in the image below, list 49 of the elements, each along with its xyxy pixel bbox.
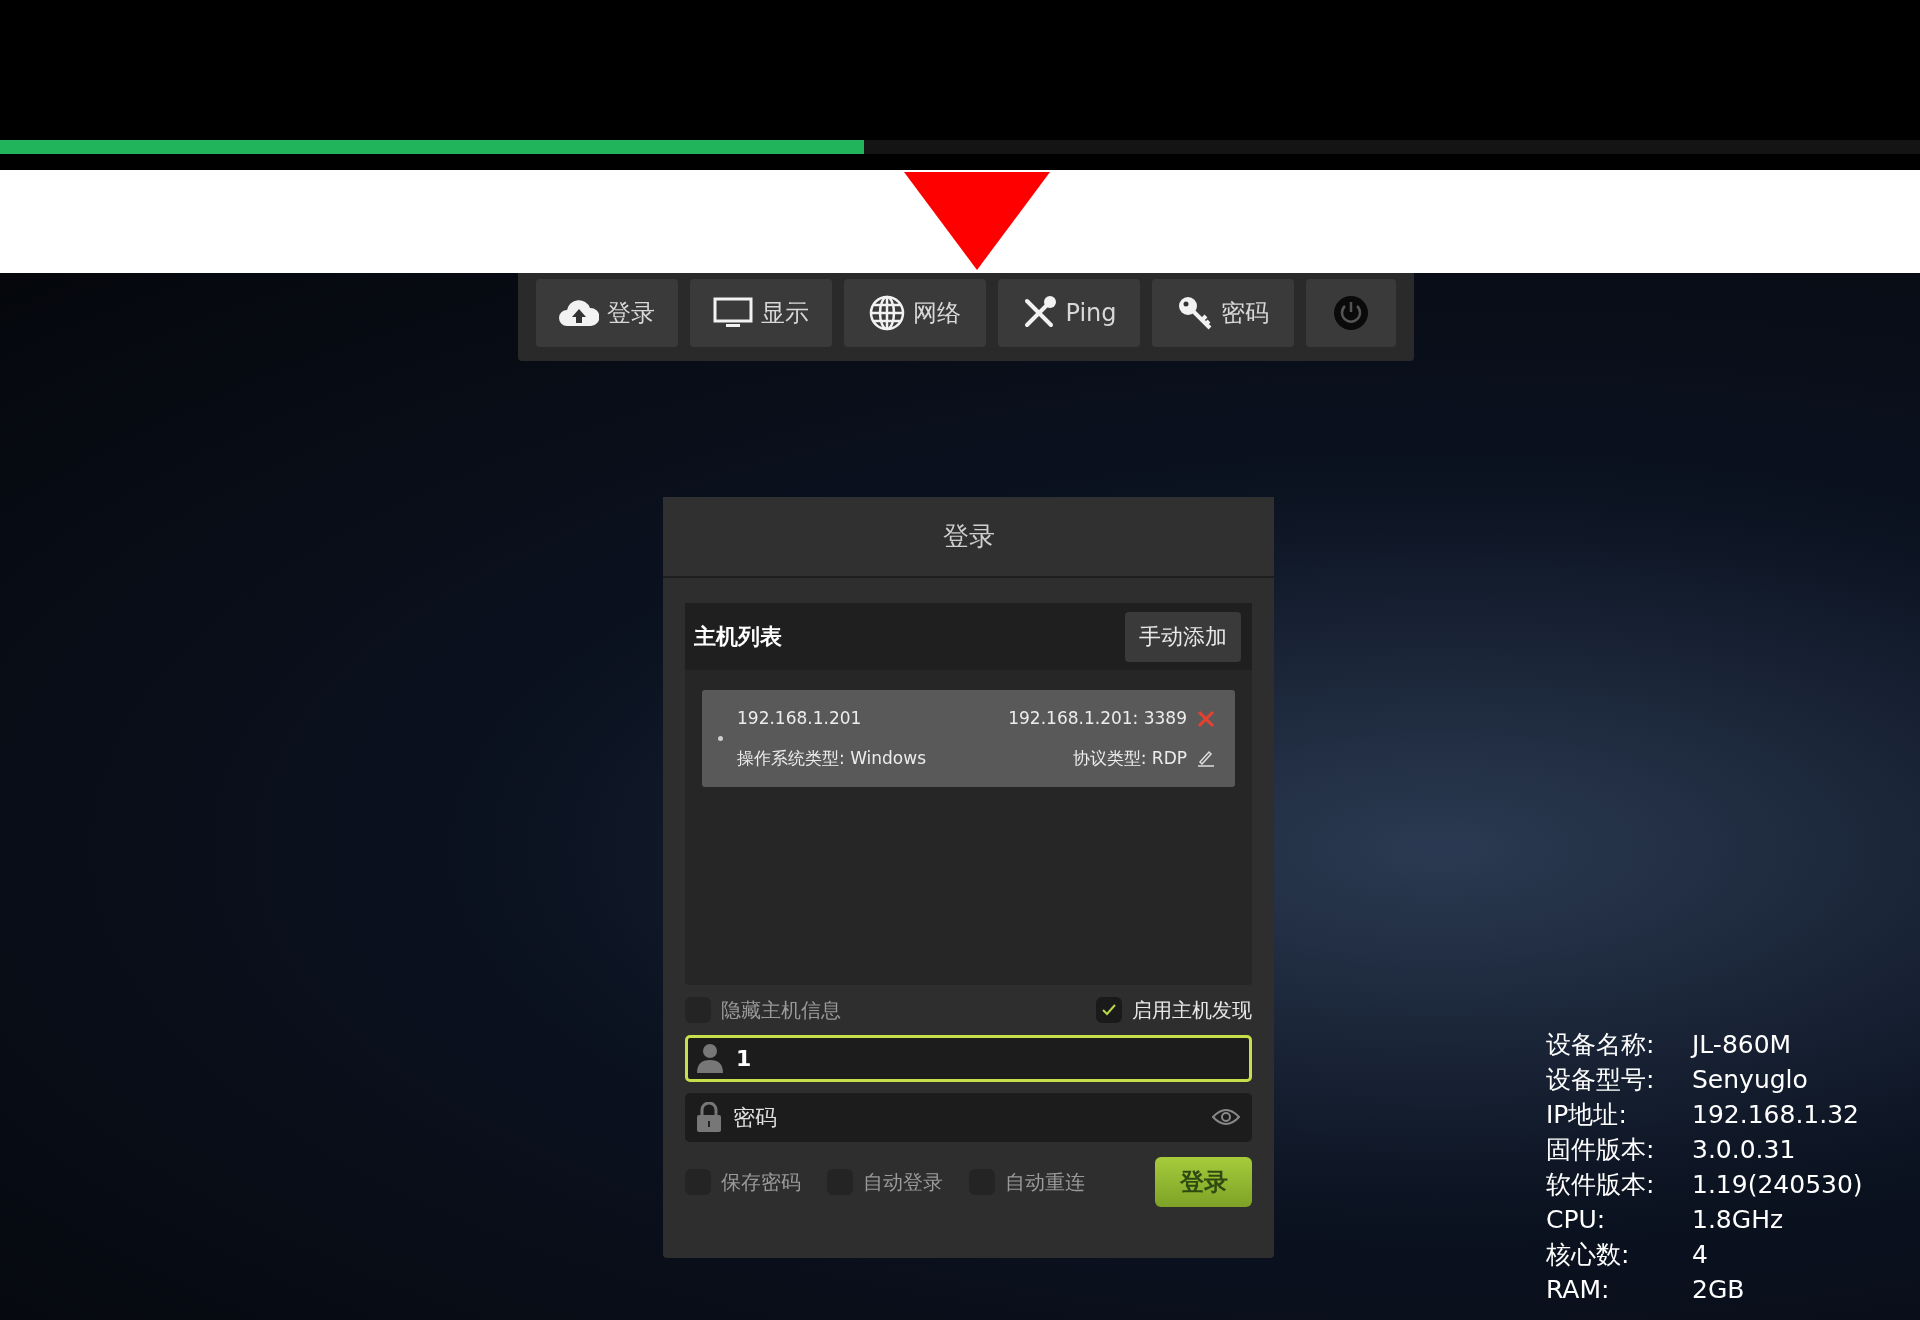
password-field[interactable]: 密码 <box>685 1093 1252 1142</box>
info-value: JL-860M <box>1692 1029 1793 1061</box>
info-value: 3.0.0.31 <box>1692 1134 1797 1166</box>
toolbar-button[interactable]: 网络 <box>844 279 986 347</box>
info-label: 固件版本: <box>1546 1134 1656 1166</box>
power-button[interactable] <box>1306 279 1396 347</box>
dialog-title: 登录 <box>942 520 995 553</box>
down-arrow-icon <box>902 170 1052 272</box>
info-label: 核心数: <box>1546 1239 1631 1271</box>
host-list-title: 主机列表 <box>694 623 782 651</box>
info-label: CPU: <box>1546 1204 1607 1236</box>
checkbox[interactable] <box>1096 997 1122 1023</box>
info-label: RAM: <box>1546 1274 1611 1306</box>
key-icon <box>1177 295 1213 331</box>
toolbar-button[interactable]: 密码 <box>1152 279 1294 347</box>
checkbox-label[interactable]: 启用主机发现 <box>1132 995 1252 1025</box>
host-card[interactable]: 192.168.1.201 192.168.1.201: 3389 操作系统类型: Windows 协议类型: RDP <box>702 690 1235 787</box>
info-label: 软件版本: <box>1546 1169 1656 1201</box>
info-value: 192.168.1.32 <box>1692 1099 1860 1131</box>
os-type: 操作系统类型: Windows <box>737 746 928 770</box>
eye-icon[interactable] <box>1212 1108 1240 1126</box>
host-name: 192.168.1.201 <box>737 707 863 730</box>
manual-add-button[interactable]: 手动添加 <box>1125 611 1241 662</box>
info-value: Senyuglo <box>1692 1064 1809 1096</box>
protocol-type: 协议类型: RDP <box>1071 746 1187 770</box>
info-value: 1.8GHz <box>1692 1204 1785 1236</box>
username-field[interactable]: 1 <box>685 1035 1252 1082</box>
toolbar-button[interactable]: 显示 <box>690 279 832 347</box>
info-value: 1.19(240530) <box>1692 1169 1863 1201</box>
power-icon <box>1333 295 1369 331</box>
globe-icon <box>869 295 905 331</box>
toolbar-button[interactable]: Ping <box>998 279 1140 347</box>
user-icon <box>697 1043 723 1073</box>
login-button[interactable]: 登录 <box>1155 1157 1252 1207</box>
info-label: 设备型号: <box>1546 1064 1656 1096</box>
checkbox-label[interactable]: 自动重连 <box>1005 1167 1085 1197</box>
checkbox-label[interactable]: 自动登录 <box>863 1167 943 1197</box>
info-value: 2GB <box>1692 1274 1746 1306</box>
toolbar-button[interactable]: 登录 <box>536 279 678 347</box>
info-label: 设备名称: <box>1546 1029 1656 1061</box>
cloud-upload-icon <box>559 298 599 328</box>
info-value: 4 <box>1692 1239 1709 1271</box>
lock-icon <box>697 1102 721 1132</box>
checkbox-label[interactable]: 隐藏主机信息 <box>721 995 841 1025</box>
monitor-icon <box>713 297 753 329</box>
info-label: IP地址: <box>1546 1099 1628 1131</box>
check-icon <box>1101 1003 1117 1017</box>
checkbox-label[interactable]: 保存密码 <box>721 1167 801 1197</box>
host-address: 192.168.1.201: 3389 <box>1008 707 1187 730</box>
